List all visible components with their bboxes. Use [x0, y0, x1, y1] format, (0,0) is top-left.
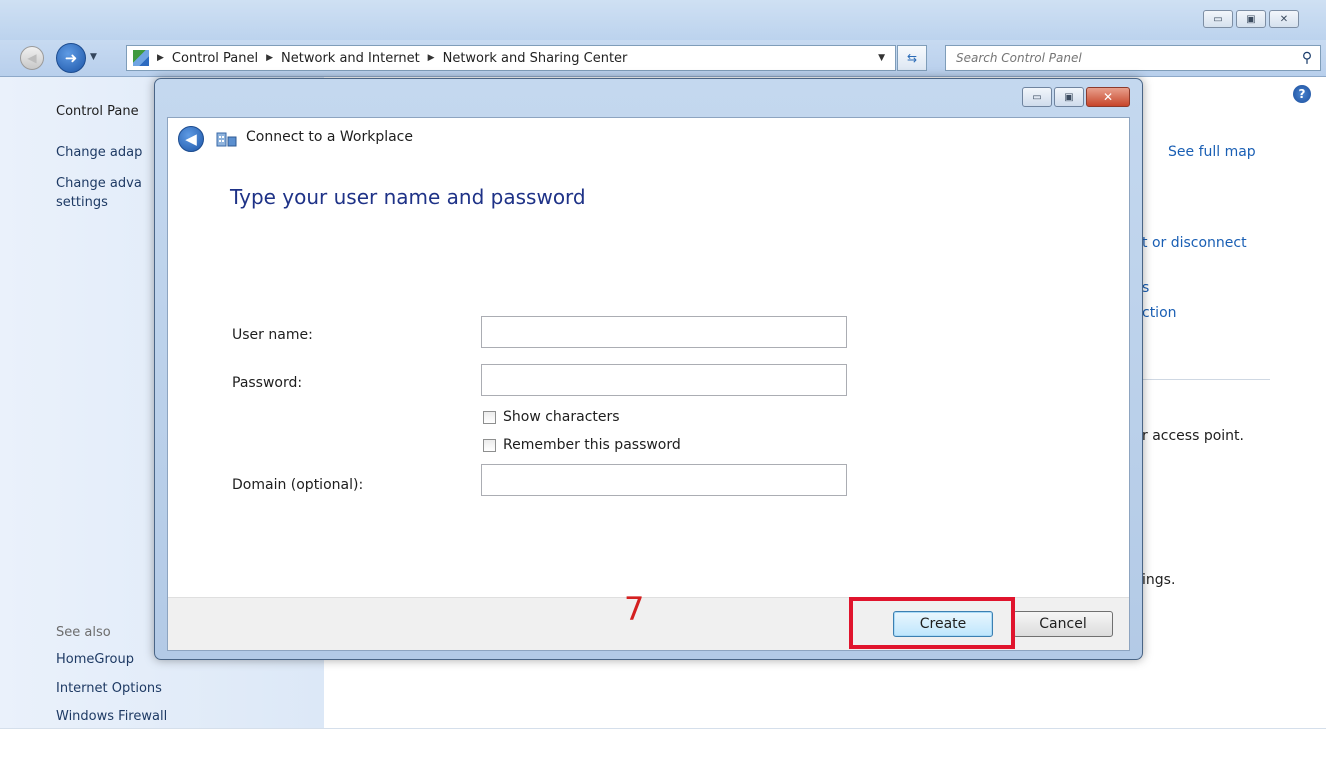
window-title-bar: ▭ ▣ ✕	[0, 0, 1326, 40]
sidebar-link-homegroup[interactable]: HomeGroup	[56, 652, 134, 667]
breadcrumb-separator-icon: ▶	[427, 53, 435, 63]
content-divider	[1142, 379, 1270, 380]
wizard-back-button[interactable]: ◀	[178, 126, 204, 152]
show-characters-label: Show characters	[503, 409, 620, 425]
minimize-button[interactable]: ▭	[1203, 10, 1233, 28]
dialog-client-area: ◀ Connect to a Workplace Type your user …	[167, 117, 1130, 651]
network-content-area: See full map t or disconnect s ction r a…	[1130, 77, 1326, 728]
setup-connection-link[interactable]: ction	[1142, 305, 1177, 321]
sidebar-item-change-adapter-settings[interactable]: Change adap	[56, 145, 142, 160]
connect-or-disconnect-link[interactable]: t or disconnect	[1142, 235, 1247, 251]
page-heading: Type your user name and password	[230, 185, 586, 209]
help-icon[interactable]: ?	[1293, 85, 1311, 103]
minimize-icon: ▭	[1032, 91, 1042, 103]
forward-arrow-icon: ➜	[64, 49, 78, 67]
minimize-icon: ▭	[1213, 13, 1223, 25]
address-toolbar: ◀ ➜ ▼ ▶ Control Panel ▶ Network and Inte…	[0, 40, 1326, 77]
breadcrumb-separator-icon: ▶	[266, 53, 274, 63]
breadcrumb-control-panel[interactable]: Control Panel	[172, 51, 258, 66]
forward-nav-button[interactable]: ➜	[56, 43, 86, 73]
dialog-close-button[interactable]: ✕	[1086, 87, 1130, 107]
username-input[interactable]	[481, 316, 847, 348]
back-arrow-icon: ◀	[185, 130, 197, 148]
username-label: User name:	[232, 327, 313, 343]
dialog-minimize-button[interactable]: ▭	[1022, 87, 1052, 107]
password-label: Password:	[232, 375, 303, 391]
recent-pages-dropdown[interactable]: ▼	[90, 52, 97, 62]
breadcrumb-network-and-internet[interactable]: Network and Internet	[281, 51, 420, 66]
close-icon: ✕	[1279, 13, 1289, 25]
create-button-highlight-annotation	[849, 597, 1015, 649]
maximize-icon: ▣	[1246, 13, 1256, 25]
access-point-description: r access point.	[1142, 428, 1244, 444]
checkbox-unchecked-icon	[483, 410, 496, 424]
show-characters-checkbox[interactable]: Show characters	[483, 409, 620, 425]
password-input[interactable]	[481, 364, 847, 396]
setup-connection-link-fragment[interactable]: s	[1142, 280, 1149, 296]
connect-to-workplace-dialog: ▭ ▣ ✕ ◀ Connect to a Workplace Type your…	[154, 78, 1143, 660]
breadcrumb-network-and-sharing-center[interactable]: Network and Sharing Center	[443, 51, 628, 66]
see-full-map-link[interactable]: See full map	[1168, 144, 1256, 160]
close-icon: ✕	[1102, 90, 1114, 104]
remember-password-label: Remember this password	[503, 437, 681, 453]
see-also-heading: See also	[56, 625, 111, 640]
refresh-icon: ⇆	[906, 51, 918, 65]
refresh-button[interactable]: ⇆	[897, 45, 927, 71]
domain-input[interactable]	[481, 464, 847, 496]
address-history-dropdown[interactable]: ▼	[878, 53, 885, 63]
workplace-network-icon	[216, 132, 237, 147]
dialog-maximize-button[interactable]: ▣	[1054, 87, 1084, 107]
sidebar-item-settings-continuation[interactable]: settings	[56, 195, 108, 210]
breadcrumb-separator-icon: ▶	[157, 53, 164, 63]
settings-description: ings.	[1142, 572, 1176, 588]
search-icon[interactable]: ⚲	[1294, 50, 1320, 66]
chevron-down-icon: ▼	[90, 52, 97, 62]
sidebar-link-windows-firewall[interactable]: Windows Firewall	[56, 709, 167, 724]
back-nav-button[interactable]: ◀	[20, 46, 44, 70]
maximize-icon: ▣	[1064, 91, 1074, 103]
step-annotation-number: 7	[624, 590, 645, 628]
maximize-button[interactable]: ▣	[1236, 10, 1266, 28]
dialog-title: Connect to a Workplace	[246, 129, 413, 145]
chevron-down-icon: ▼	[878, 53, 885, 63]
remember-password-checkbox[interactable]: Remember this password	[483, 437, 681, 453]
domain-label: Domain (optional):	[232, 477, 364, 493]
network-location-icon	[133, 50, 149, 66]
sidebar-item-change-advanced-sharing[interactable]: Change adva	[56, 176, 142, 191]
search-box[interactable]: ⚲	[945, 45, 1321, 71]
address-field[interactable]: ▶ Control Panel ▶ Network and Internet ▶…	[126, 45, 896, 71]
close-button[interactable]: ✕	[1269, 10, 1299, 28]
sidebar-link-internet-options[interactable]: Internet Options	[56, 681, 162, 696]
sidebar-item-control-panel-home[interactable]: Control Pane	[56, 104, 139, 119]
checkbox-unchecked-icon	[483, 438, 496, 452]
dialog-caption-buttons: ▭ ▣ ✕	[1022, 87, 1130, 107]
search-input[interactable]	[954, 50, 1294, 66]
cancel-button[interactable]: Cancel	[1013, 611, 1113, 637]
window-bottom-edge	[0, 728, 1326, 767]
back-arrow-icon: ◀	[27, 51, 37, 65]
